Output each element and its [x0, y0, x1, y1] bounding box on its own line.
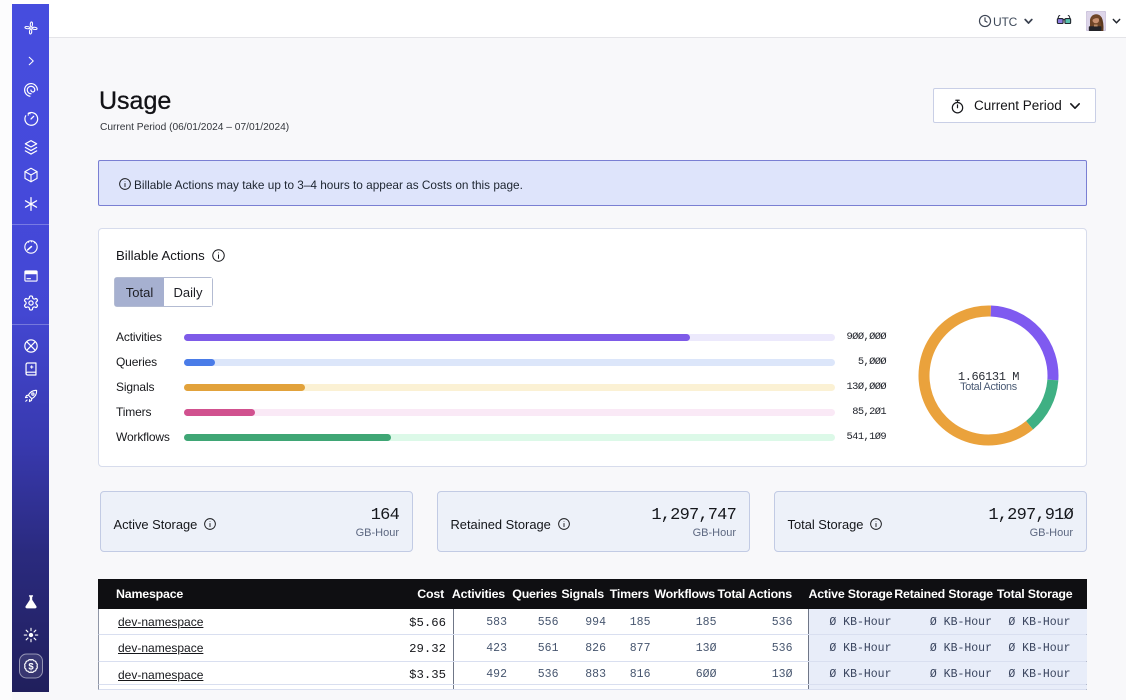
svg-text:$: $ [28, 661, 34, 672]
